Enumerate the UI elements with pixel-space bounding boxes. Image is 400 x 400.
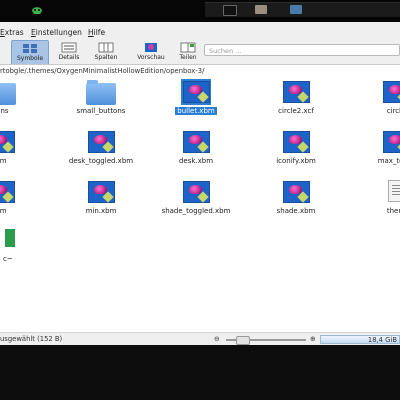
file-name: small_buttons [76, 107, 126, 115]
text-file-icon [381, 179, 400, 205]
file-name: circle2.xcf [278, 107, 314, 115]
location-bar[interactable]: rtobgle/.themes/OxygenMinimalistHollowEd… [0, 64, 400, 78]
file-name: iconify.xbm [276, 157, 316, 165]
search-input[interactable]: Suchen ... [204, 44, 400, 56]
image-file-icon [86, 129, 116, 155]
disk-space-bar: 18,4 GiB [320, 335, 400, 344]
file-item[interactable]: circle2.xcf [250, 79, 342, 115]
file-name: shade.xbm [276, 207, 316, 215]
details-view-icon [61, 42, 77, 53]
file-name: max_toggl [377, 157, 400, 165]
task-window-icon[interactable] [290, 5, 302, 14]
file-item[interactable]: them [350, 179, 400, 215]
file-item[interactable]: bullet.xbm [150, 79, 242, 115]
file-item[interactable]: min.xbm [55, 179, 147, 215]
toolbar-button-spalten[interactable]: Spalten [88, 40, 124, 66]
split-icon [180, 42, 196, 53]
file-name: shade_toggled.xbm [161, 207, 231, 215]
file-name: them [386, 207, 400, 215]
top-panel [0, 0, 400, 22]
app-launcher-icon[interactable] [30, 3, 44, 17]
file-item[interactable]: max_toggl [350, 129, 400, 165]
file-item[interactable]: desk_toggled.xbm [55, 129, 147, 165]
image-file-icon [381, 129, 400, 155]
file-name: min.xbm [85, 207, 117, 215]
image-file-icon [281, 129, 311, 155]
disk-free-label: 18,4 GiB [367, 336, 397, 344]
file-name: bullet.xbm [175, 107, 217, 115]
menubar: Extras Einstellungen Hilfe [0, 26, 400, 40]
file-item[interactable]: c~ [0, 227, 47, 263]
toolbar-button-vorschau[interactable]: Vorschau [133, 40, 169, 66]
toolbar-button-label: Spalten [94, 54, 118, 61]
folder-icon [86, 79, 116, 105]
toolbar-button-label: Vorschau [137, 54, 165, 61]
folder-icon [0, 79, 16, 105]
menu-item[interactable]: Hilfe [88, 28, 105, 37]
file-name: bm [0, 157, 7, 165]
taskbar [205, 2, 400, 17]
menu-item[interactable]: Extras [0, 28, 24, 37]
file-item[interactable]: shade_toggled.xbm [150, 179, 242, 215]
toolbar-button-label: Symbole [16, 55, 44, 62]
file-name: tons [0, 107, 9, 115]
icons-view-icon [22, 43, 38, 54]
status-text: usgewählt (152 B) [0, 335, 63, 343]
file-name: desk_toggled.xbm [68, 157, 134, 165]
file-name: desk.xbm [178, 157, 214, 165]
file-item[interactable]: desk.xbm [150, 129, 242, 165]
desktop-background [0, 345, 400, 400]
image-file-icon [86, 179, 116, 205]
file-item[interactable]: bm [0, 179, 47, 215]
toolbar-button-label: Details [58, 54, 80, 61]
file-item[interactable]: circle [350, 79, 400, 115]
image-file-icon [0, 179, 16, 205]
toolbar-button-label: Teilen [179, 54, 197, 61]
image-file-icon [181, 79, 211, 105]
image-file-icon [281, 179, 311, 205]
image-file-icon [181, 179, 211, 205]
toolbar-button-details[interactable]: Details [51, 40, 87, 66]
image-file-icon [281, 79, 311, 105]
file-icon [5, 227, 35, 253]
preview-icon [143, 42, 159, 53]
image-file-icon [0, 129, 16, 155]
file-manager-window: Extras Einstellungen Hilfe Symbole Details S… [0, 22, 400, 346]
task-image-icon[interactable] [255, 5, 267, 14]
task-terminal-icon[interactable] [223, 5, 237, 16]
file-view[interactable]: tons small_buttons bullet.xbm circle2.xcf ci… [0, 77, 400, 332]
status-bar: usgewählt (152 B) ⊖ ⊕ 18,4 GiB [0, 332, 400, 346]
file-item[interactable]: bm [0, 129, 47, 165]
file-name: bm [0, 207, 7, 215]
file-item[interactable]: shade.xbm [250, 179, 342, 215]
menu-item[interactable]: Einstellungen [31, 28, 82, 37]
file-item[interactable]: iconify.xbm [250, 129, 342, 165]
file-name: circle [386, 107, 400, 115]
folder-item[interactable]: tons [0, 79, 47, 115]
zoom-slider-handle[interactable] [236, 336, 250, 345]
columns-view-icon [98, 42, 114, 53]
image-file-icon [181, 129, 211, 155]
toolbar-button-teilen[interactable]: Teilen [170, 40, 206, 66]
folder-item[interactable]: small_buttons [55, 79, 147, 115]
file-name: c~ [3, 255, 13, 263]
image-file-icon [381, 79, 400, 105]
